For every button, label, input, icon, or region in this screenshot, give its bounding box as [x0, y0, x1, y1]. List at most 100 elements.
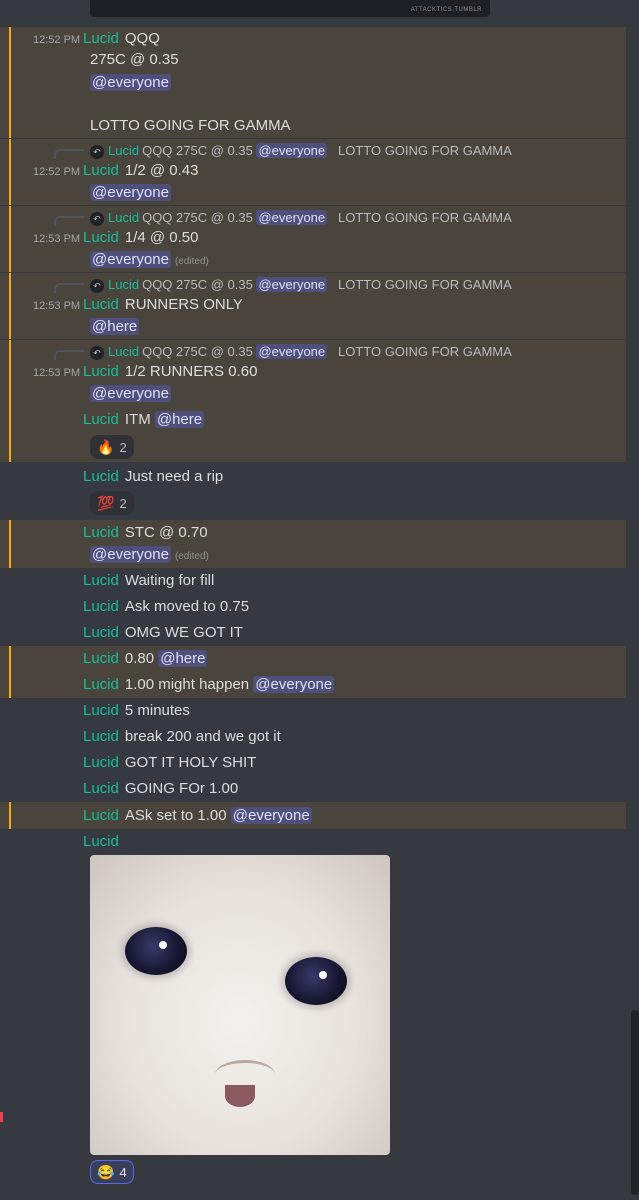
reply-icon: ↶	[90, 345, 104, 360]
reply-icon: ↶	[90, 211, 104, 226]
reply-text: QQQ 275C @ 0.35	[142, 143, 253, 158]
message[interactable]: Lucid GOING FOr 1.00	[0, 776, 626, 802]
reaction-fire[interactable]: 🔥 2	[90, 435, 134, 459]
mention-everyone[interactable]: @everyone	[90, 184, 171, 201]
message-text: 0.80	[124, 650, 155, 667]
reply-trail: LOTTO GOING FOR GAMMA	[337, 277, 512, 292]
reply-reference[interactable]: ↶ Lucid QQQ 275C @ 0.35 @everyone LOTTO GO…	[90, 343, 512, 361]
reaction-count: 2	[119, 495, 127, 511]
reply-spine	[54, 283, 84, 293]
author-name[interactable]: Lucid	[83, 229, 119, 246]
image-caption: ATTACKTICS.TUMBLR	[410, 7, 482, 13]
author-name[interactable]: Lucid	[83, 30, 119, 47]
mention-here[interactable]: @here	[154, 411, 205, 428]
reaction-joy[interactable]: 😂 4	[90, 1160, 134, 1184]
author-name[interactable]: Lucid	[83, 807, 119, 824]
reply-reference[interactable]: ↶ Lucid QQQ 275C @ 0.35 @everyone LOTTO GO…	[90, 209, 512, 227]
message[interactable]: Lucid ASk set to 1.00 @everyone	[0, 802, 626, 829]
message[interactable]: Lucid	[0, 829, 626, 855]
message[interactable]: Lucid 5 minutes	[0, 698, 626, 724]
mention-everyone[interactable]: @everyone	[90, 546, 171, 563]
reply-icon: ↶	[90, 278, 104, 293]
fire-emoji-icon: 🔥	[97, 438, 115, 455]
hundred-emoji-icon: 💯	[97, 494, 115, 511]
reply-text: QQQ 275C @ 0.35	[142, 344, 253, 359]
mention-everyone[interactable]: @everyone	[90, 251, 171, 268]
author-name[interactable]: Lucid	[83, 363, 119, 380]
reply-mention: @everyone	[256, 277, 328, 292]
author-name[interactable]: Lucid	[83, 754, 119, 771]
reply-mention: @everyone	[256, 344, 328, 359]
crying-cat-image[interactable]	[90, 855, 390, 1155]
message[interactable]: Lucid STC @ 0.70 @everyone (edited)	[0, 520, 626, 568]
edited-label: (edited)	[174, 551, 209, 562]
reply-author: Lucid	[108, 277, 140, 292]
author-name[interactable]: Lucid	[83, 702, 119, 719]
reply-reference[interactable]: ↶ Lucid QQQ 275C @ 0.35 @everyone LOTTO GO…	[90, 276, 512, 294]
message-text: GOING FOr 1.00	[124, 780, 239, 797]
message[interactable]: Lucid Ask moved to 0.75	[0, 594, 626, 620]
reply-spine	[54, 149, 84, 159]
message[interactable]: Lucid GOT IT HOLY SHIT	[0, 750, 626, 776]
mention-everyone[interactable]: @everyone	[230, 807, 312, 824]
mention-everyone[interactable]: @everyone	[90, 385, 171, 402]
mention-everyone[interactable]: @everyone	[253, 676, 335, 693]
author-name[interactable]: Lucid	[83, 833, 119, 850]
previous-image-attachment[interactable]: ATTACKTICS.TUMBLR	[90, 0, 490, 17]
reply-trail: LOTTO GOING FOR GAMMA	[337, 210, 512, 225]
author-name[interactable]: Lucid	[83, 162, 119, 179]
author-name[interactable]: Lucid	[83, 676, 119, 693]
author-name[interactable]: Lucid	[83, 524, 119, 541]
message-reply[interactable]: ↶ Lucid QQQ 275C @ 0.35 @everyone LOTTO GO…	[0, 340, 626, 462]
author-name[interactable]: Lucid	[83, 728, 119, 745]
message-text: Waiting for fill	[124, 572, 215, 589]
message-text: 5 minutes	[124, 702, 190, 719]
unread-marker	[0, 1112, 3, 1122]
author-name[interactable]: Lucid	[83, 598, 119, 615]
reply-text: QQQ 275C @ 0.35	[142, 210, 253, 225]
mention-here[interactable]: @here	[158, 650, 208, 667]
message-timestamp: 12:53 PM	[33, 233, 81, 245]
author-name[interactable]: Lucid	[83, 624, 119, 641]
message-reply[interactable]: ↶ Lucid QQQ 275C @ 0.35 @everyone LOTTO GO…	[0, 139, 626, 205]
message-text: OMG WE GOT IT	[124, 624, 243, 641]
message-text: STC @ 0.70	[124, 524, 208, 541]
message-timestamp: 12:52 PM	[33, 34, 81, 46]
message[interactable]: Lucid Waiting for fill	[0, 568, 626, 594]
reaction-count: 2	[119, 439, 127, 455]
author-name[interactable]: Lucid	[83, 572, 119, 589]
message-text: RUNNERS ONLY	[124, 296, 243, 313]
message-reply[interactable]: ↶ Lucid QQQ 275C @ 0.35 @everyone LOTTO GO…	[0, 273, 626, 339]
mention-here[interactable]: @here	[90, 318, 140, 335]
cat-eye-left	[125, 927, 187, 975]
message-group[interactable]: Lucid 0.80 @here Lucid 1.00 might happen @…	[0, 646, 626, 698]
reply-mention: @everyone	[256, 210, 328, 225]
author-name[interactable]: Lucid	[83, 411, 119, 428]
message[interactable]: Lucid OMG WE GOT IT	[0, 620, 626, 646]
message-text: Just need a rip	[124, 468, 224, 485]
author-name[interactable]: Lucid	[83, 650, 119, 667]
author-name[interactable]: Lucid	[83, 780, 119, 797]
message[interactable]: Lucid Just need a rip 💯 2	[0, 463, 626, 519]
mention-everyone[interactable]: @everyone	[90, 74, 171, 91]
chat-messages: ATTACKTICS.TUMBLR 12:52 PM Lucid QQQ 275C…	[0, 0, 639, 1200]
message[interactable]: Lucid break 200 and we got it	[0, 724, 626, 750]
reply-spine	[54, 216, 84, 226]
reply-author: Lucid	[108, 344, 140, 359]
message-text: 1/2 @ 0.43	[124, 162, 199, 179]
reply-trail: LOTTO GOING FOR GAMMA	[337, 143, 512, 158]
message-qqq-lotto[interactable]: 12:52 PM Lucid QQQ 275C @ 0.35 @everyone …	[0, 27, 626, 138]
cat-eye-right	[285, 957, 347, 1005]
message-reply[interactable]: ↶ Lucid QQQ 275C @ 0.35 @everyone LOTTO GO…	[0, 206, 626, 272]
reaction-hundred[interactable]: 💯 2	[90, 491, 134, 515]
reply-mention: @everyone	[256, 143, 328, 158]
message-text: ITM	[124, 411, 151, 428]
reply-reference[interactable]: ↶ Lucid QQQ 275C @ 0.35 @everyone LOTTO GO…	[90, 142, 512, 160]
author-name[interactable]: Lucid	[83, 296, 119, 313]
message-text: 1/2 RUNNERS 0.60	[124, 363, 258, 380]
author-name[interactable]: Lucid	[83, 468, 119, 485]
reply-author: Lucid	[108, 210, 140, 225]
reply-text: QQQ 275C @ 0.35	[142, 277, 253, 292]
message-text: break 200 and we got it	[124, 728, 281, 745]
scrollbar-thumb[interactable]	[631, 1010, 639, 1195]
